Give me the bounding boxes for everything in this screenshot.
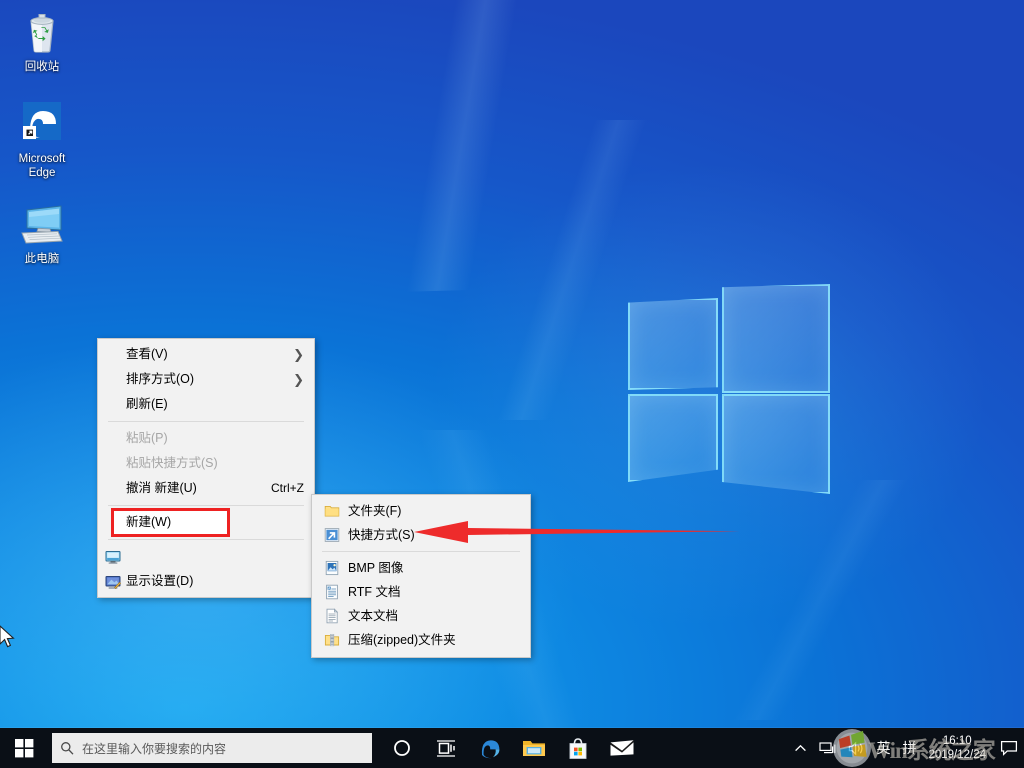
rtf-document-icon: A: [324, 584, 340, 600]
logo-pane-top-left: [628, 298, 718, 390]
zip-folder-icon: [324, 632, 340, 648]
text-document-icon: [324, 608, 340, 624]
volume-icon: [848, 741, 864, 756]
show-hidden-icons-button[interactable]: [788, 728, 813, 768]
network-button[interactable]: [813, 728, 842, 768]
cortana-circle-icon: [393, 739, 411, 757]
submenu-item-shortcut[interactable]: 快捷方式(S): [312, 523, 530, 547]
desktop-screen: 回收站 Microsoft Edge: [0, 0, 1024, 768]
submenu-item-zip-folder[interactable]: 压缩(zipped)文件夹: [312, 628, 530, 652]
ime-pinyin-button[interactable]: 拼: [896, 728, 922, 768]
taskbar-app-buttons: [380, 728, 644, 768]
folder-icon: [324, 503, 340, 519]
wallpaper-light-beam: [56, 0, 884, 301]
task-view-button[interactable]: [424, 728, 468, 768]
mail-button[interactable]: [600, 728, 644, 768]
desktop-icon-label: Microsoft Edge: [4, 152, 80, 180]
action-center-icon: [1000, 740, 1018, 756]
windows-hero-logo: [628, 284, 826, 480]
start-button[interactable]: [0, 728, 48, 768]
bmp-image-icon: [324, 560, 340, 576]
menu-item-undo-new[interactable]: 撤消 新建(U) Ctrl+Z: [98, 476, 314, 501]
chevron-up-icon: [794, 742, 807, 755]
ime-mode-label: 英: [876, 738, 890, 758]
menu-item-display-settings[interactable]: [98, 544, 314, 569]
taskbar-clock[interactable]: 16:10 2019/12/24: [922, 734, 996, 762]
menu-item-paste: 粘贴(P): [98, 426, 314, 451]
logo-pane-bottom-left: [628, 394, 718, 482]
menu-item-sort-by[interactable]: 排序方式(O) ❯: [98, 367, 314, 392]
logo-pane-bottom-right: [722, 394, 830, 494]
shortcut-icon: [324, 527, 340, 543]
folder-icon: [522, 737, 546, 759]
desktop-context-menu: 查看(V) ❯ 排序方式(O) ❯ 刷新(E) 粘贴(P) 粘贴快捷方式(S) …: [97, 338, 315, 598]
edge-taskbar-button[interactable]: [468, 728, 512, 768]
store-bag-icon: [567, 737, 589, 760]
chevron-right-icon: ❯: [293, 367, 304, 392]
ime-pinyin-label: 拼: [902, 738, 916, 758]
edge-icon: [478, 736, 502, 760]
search-input[interactable]: 在这里输入你要搜索的内容: [52, 733, 372, 763]
submenu-separator: [322, 551, 520, 552]
search-placeholder: 在这里输入你要搜索的内容: [82, 740, 226, 757]
menu-separator: [108, 505, 304, 506]
file-explorer-button[interactable]: [512, 728, 556, 768]
chevron-right-icon: ❯: [293, 342, 304, 367]
menu-item-accelerator: Ctrl+Z: [257, 476, 304, 501]
network-icon: [819, 741, 836, 756]
system-tray: 英 拼 16:10 2019/12/24: [788, 728, 1024, 768]
desktop-icon-label: 此电脑: [4, 252, 80, 266]
submenu-item-rtf-document[interactable]: A RTF 文档: [312, 580, 530, 604]
mail-envelope-icon: [609, 738, 635, 758]
clock-date: 2019/12/24: [928, 748, 986, 762]
submenu-item-bmp-image[interactable]: BMP 图像: [312, 556, 530, 580]
desktop-icon-microsoft-edge[interactable]: Microsoft Edge: [4, 100, 80, 180]
volume-button[interactable]: [842, 728, 870, 768]
desktop-icon-recycle-bin[interactable]: 回收站: [4, 8, 80, 74]
recycle-bin-icon: [18, 8, 66, 56]
clock-time: 16:10: [928, 734, 986, 748]
wallpaper-light-beam: [640, 480, 1000, 720]
menu-item-paste-shortcut: 粘贴快捷方式(S): [98, 451, 314, 476]
mouse-cursor: [0, 625, 16, 651]
ime-mode-button[interactable]: 英: [870, 728, 896, 768]
edge-icon: [18, 100, 66, 148]
taskbar: 在这里输入你要搜索的内容: [0, 728, 1024, 768]
menu-item-personalize[interactable]: 显示设置(D): [98, 569, 314, 594]
this-pc-icon: [18, 200, 66, 248]
menu-separator: [108, 539, 304, 540]
task-view-icon: [436, 740, 456, 757]
cortana-button[interactable]: [380, 728, 424, 768]
menu-item-new[interactable]: 新建(W) ❯: [113, 510, 228, 535]
desktop-icon-this-pc[interactable]: 此电脑: [4, 200, 80, 266]
logo-pane-top-right: [722, 284, 830, 393]
search-icon: [60, 741, 74, 755]
action-center-button[interactable]: [996, 728, 1022, 768]
menu-item-refresh[interactable]: 刷新(E): [98, 392, 314, 417]
menu-separator: [108, 421, 304, 422]
windows-logo-icon: [15, 739, 34, 758]
submenu-item-text-document[interactable]: 文本文档: [312, 604, 530, 628]
display-settings-icon: [105, 549, 121, 565]
microsoft-store-button[interactable]: [556, 728, 600, 768]
submenu-new: 文件夹(F) 快捷方式(S) BMP: [311, 494, 531, 658]
desktop-icon-label: 回收站: [4, 60, 80, 74]
personalize-icon: [105, 574, 121, 590]
submenu-item-folder[interactable]: 文件夹(F): [312, 499, 530, 523]
menu-item-view[interactable]: 查看(V) ❯: [98, 342, 314, 367]
